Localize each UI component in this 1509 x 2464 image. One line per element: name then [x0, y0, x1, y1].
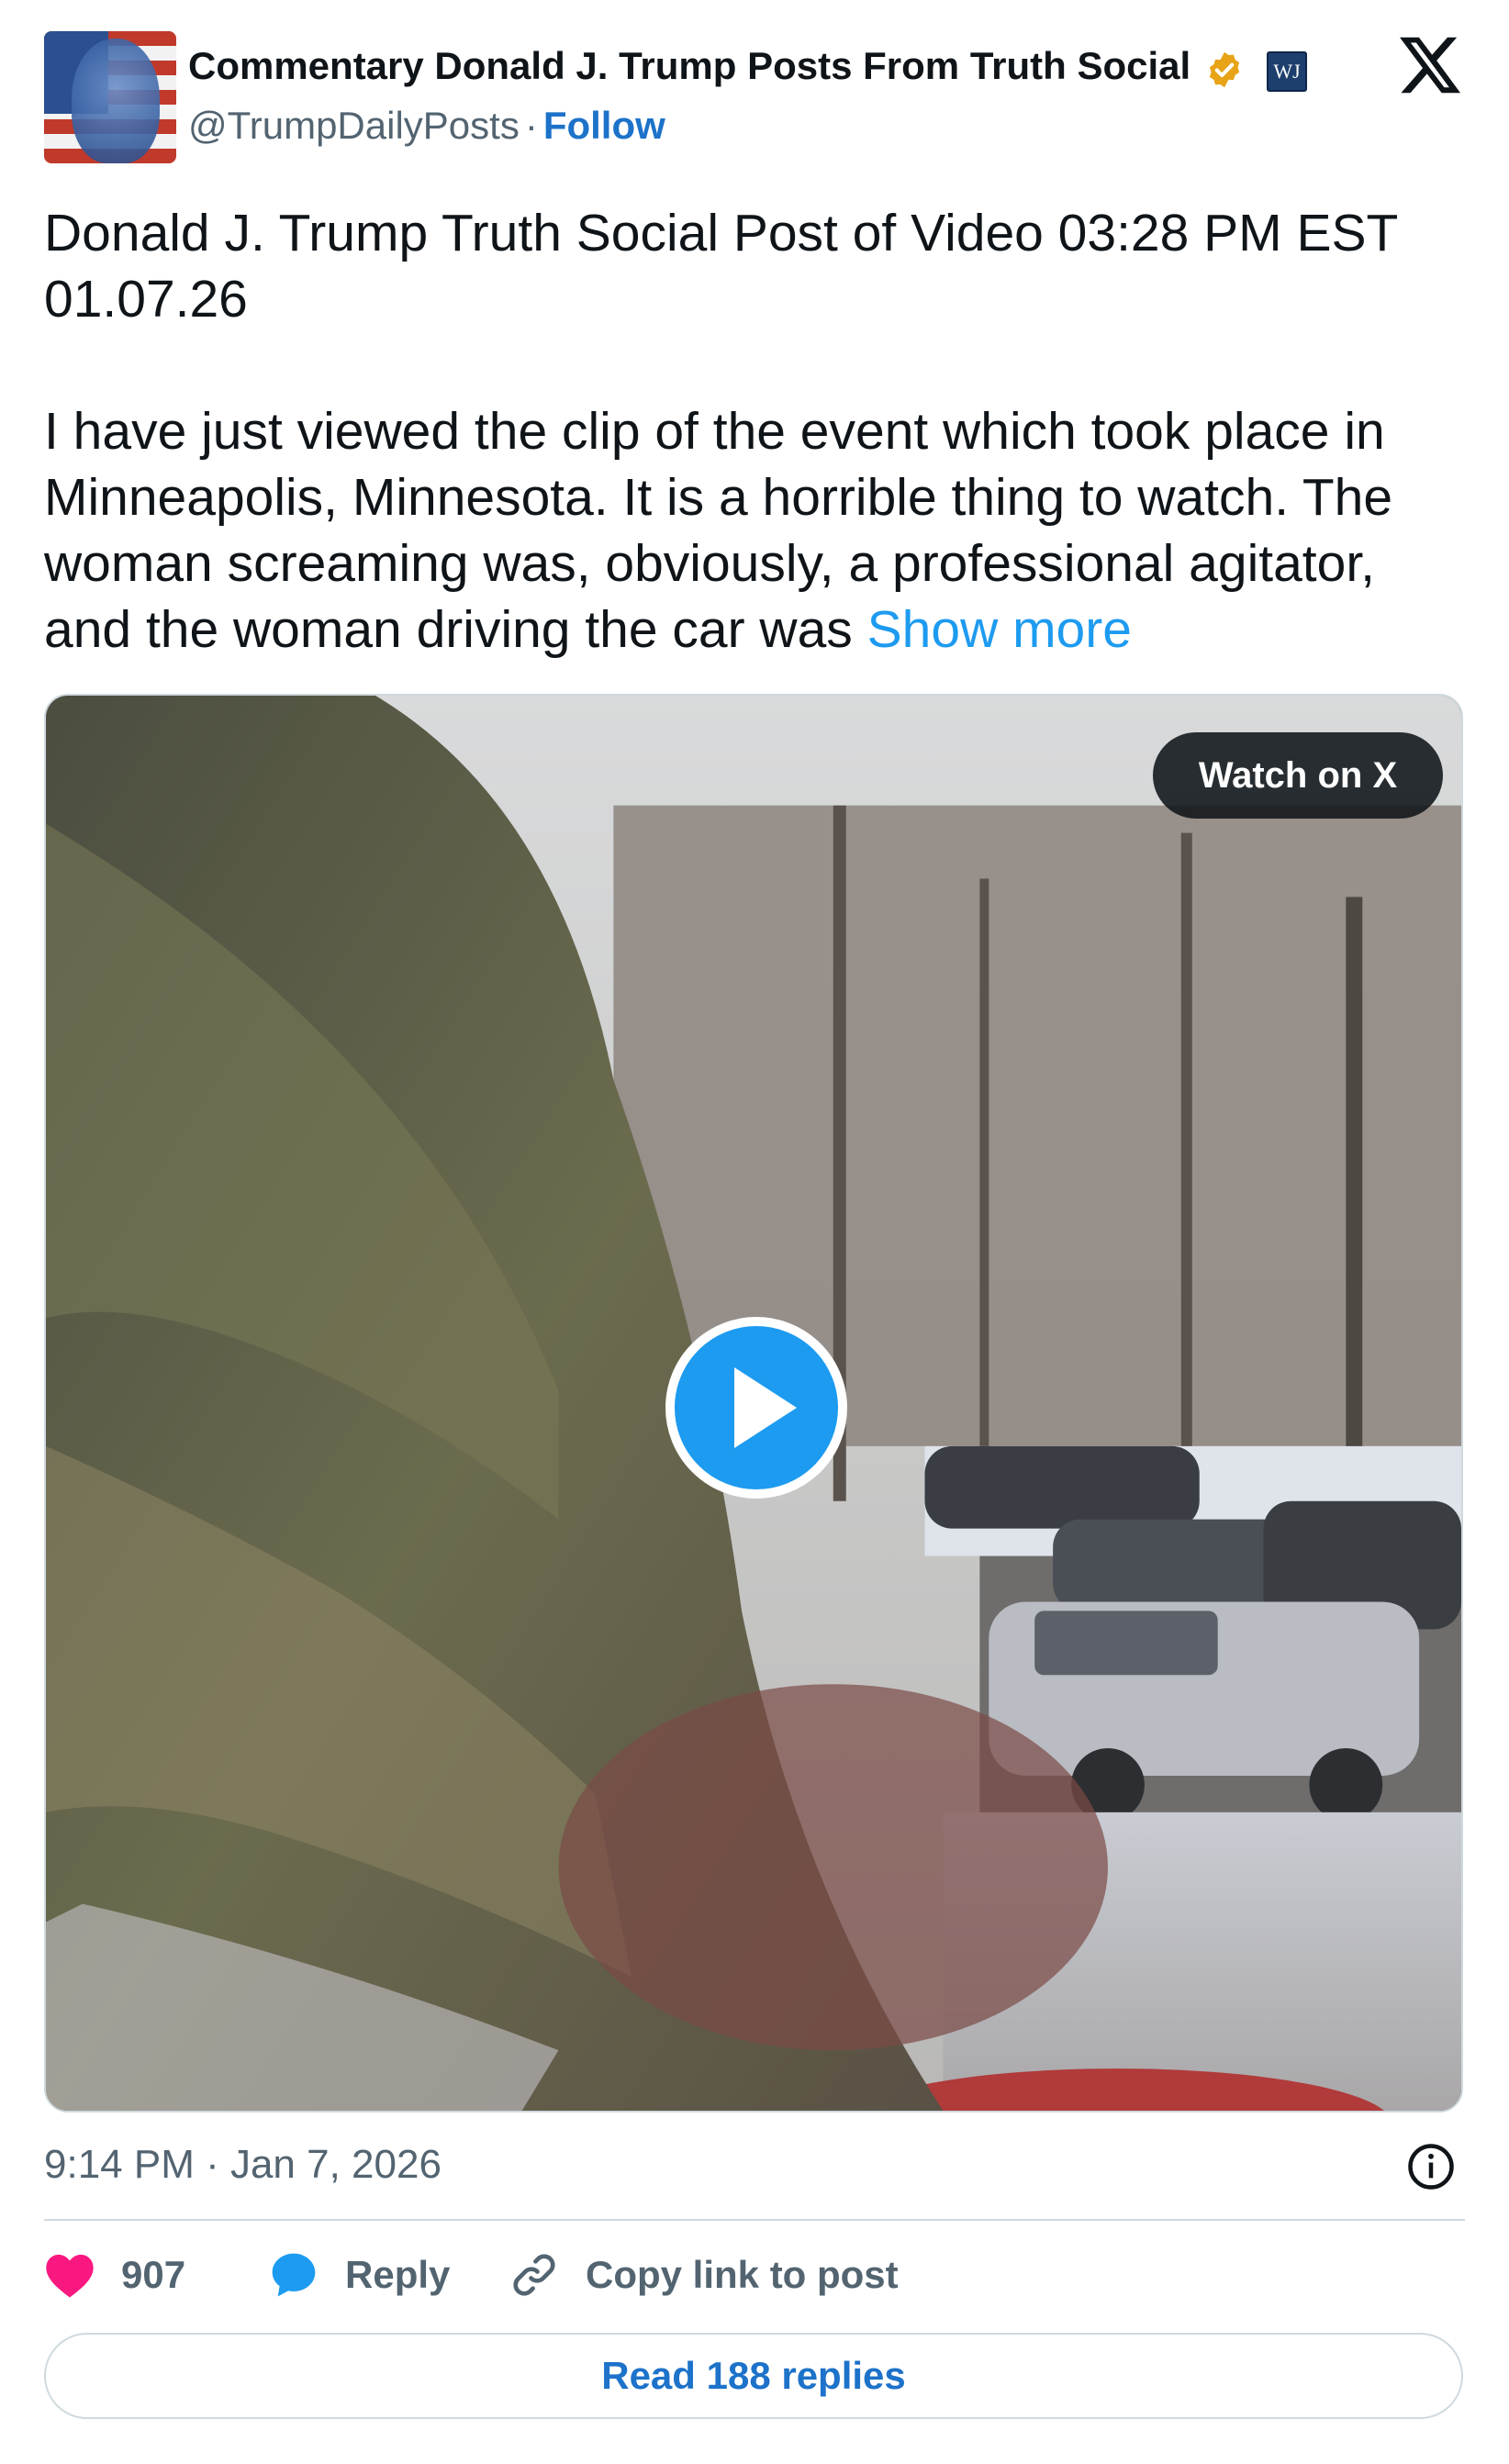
post-timestamp[interactable]: 9:14 PM · Jan 7, 2026	[44, 2142, 442, 2188]
heart-icon	[46, 2254, 94, 2298]
author-handle[interactable]: @TrumpDailyPosts	[188, 104, 520, 147]
reply-bubble-icon	[272, 2253, 316, 2297]
reply-button[interactable]: Reply	[268, 2243, 450, 2307]
handle-row: @TrumpDailyPosts · Follow	[188, 104, 665, 148]
verified-badge-icon	[1209, 51, 1240, 88]
show-more-link[interactable]: Show more	[867, 600, 1132, 659]
x-logo-icon[interactable]	[1400, 37, 1460, 94]
action-bar: 907 Reply Copy link to post	[44, 2243, 1465, 2307]
post-text: Donald J. Trump Truth Social Post of Vid…	[44, 200, 1476, 663]
author-avatar[interactable]	[44, 31, 176, 163]
info-icon[interactable]	[1406, 2142, 1456, 2191]
copy-link-label: Copy link to post	[586, 2253, 899, 2296]
copy-link-button[interactable]: Copy link to post	[509, 2243, 899, 2307]
post-body: I have just viewed the clip of the event…	[44, 398, 1476, 663]
link-icon	[513, 2254, 555, 2296]
play-icon[interactable]	[665, 1316, 848, 1500]
handle-separator: ·	[524, 104, 538, 147]
post-headline-line2: 01.07.26	[44, 270, 248, 329]
reply-label: Reply	[345, 2253, 451, 2296]
follow-button[interactable]: Follow	[543, 104, 665, 147]
avatar-portrait	[72, 39, 160, 163]
affiliate-badge: WJ	[1267, 51, 1307, 92]
watch-on-x-button[interactable]: Watch on X	[1153, 732, 1443, 819]
video-media[interactable]: Watch on X	[44, 694, 1463, 2113]
like-count: 907	[121, 2253, 186, 2296]
author-display-name[interactable]: Commentary Donald J. Trump Posts From Tr…	[188, 44, 1190, 88]
post-body-text: I have just viewed the clip of the event…	[44, 402, 1393, 659]
divider	[44, 2219, 1465, 2221]
read-replies-button[interactable]: Read 188 replies	[44, 2333, 1463, 2419]
post-headline-line1: Donald J. Trump Truth Social Post of Vid…	[44, 204, 1399, 262]
like-button[interactable]: 907	[44, 2243, 185, 2307]
embedded-post-card: Commentary Donald J. Trump Posts From Tr…	[0, 0, 1509, 2464]
